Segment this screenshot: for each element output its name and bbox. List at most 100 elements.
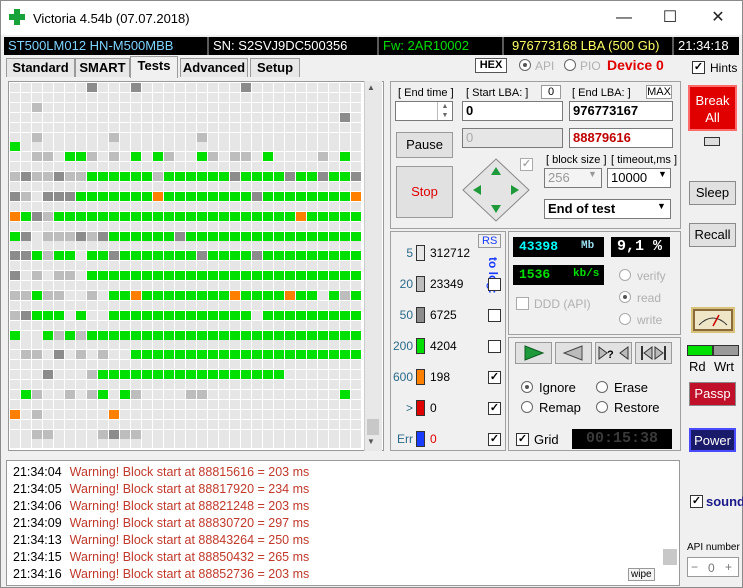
block-cell [153,281,163,290]
erase-radio[interactable] [596,381,608,393]
direction-checkbox[interactable]: ✓ [520,158,533,171]
ignore-radio[interactable] [521,381,533,393]
block-cell [120,429,130,439]
scroll-down-icon[interactable]: ▼ [367,437,375,446]
scroll-thumb[interactable] [367,419,379,435]
legend-log-checkbox[interactable] [488,309,501,322]
tab-tests[interactable]: Tests [130,56,178,78]
verify-radio[interactable] [619,269,631,281]
block-cell [318,350,328,360]
block-cell [131,102,141,112]
start-lba-field[interactable]: 0 [462,101,563,121]
legend-log-checkbox[interactable]: ✓ [488,433,501,446]
block-cell [131,300,141,310]
pause-button[interactable]: Pause [396,132,453,158]
read-radio[interactable] [619,291,631,303]
sound-checkbox[interactable]: ✓ [690,495,703,508]
minimize-button[interactable]: — [601,1,647,35]
wipe-button[interactable]: wipe [628,568,655,581]
block-cell [285,360,295,370]
seek-random-button[interactable]: ? [595,342,632,364]
block-cell [65,112,75,122]
block-cell [230,231,240,241]
block-cell [142,251,152,261]
block-cell [318,320,328,330]
block-size-chevron-icon[interactable]: ▼ [588,169,597,179]
play-button[interactable] [515,342,552,364]
block-cell [296,132,306,142]
pio-radio[interactable] [564,59,576,71]
block-cell [120,380,130,389]
block-cell [285,389,295,399]
scroll-up-icon[interactable]: ▲ [367,83,375,92]
hints-checkbox[interactable]: ✓ [692,61,705,74]
block-cell [263,231,273,241]
api-number-increment-icon[interactable]: + [725,560,732,574]
legend-log-checkbox[interactable] [488,278,501,291]
end-action-chevron-icon[interactable]: ▼ [657,201,666,211]
end-action-select[interactable]: End of test [544,199,671,219]
block-cell [340,221,350,231]
close-button[interactable]: ✕ [695,1,741,35]
block-cell [120,152,130,162]
legend-log-checkbox[interactable]: ✓ [488,402,501,415]
tab-standard[interactable]: Standard [6,58,75,77]
api-number-decrement-icon[interactable]: − [691,560,698,574]
write-radio[interactable] [619,313,631,325]
sleep-button[interactable]: Sleep [689,181,736,205]
log-scroll-thumb[interactable] [663,549,677,565]
block-cell [274,182,284,191]
butterfly-button[interactable] [635,342,672,364]
remap-radio[interactable] [521,401,533,413]
block-cell [340,83,350,92]
block-cell [186,191,196,201]
block-cell [98,429,108,439]
end-time-spinner-icon[interactable]: ▲ ▼ [437,102,452,120]
restore-radio[interactable] [596,401,608,413]
grid-checkbox[interactable]: ✓ [516,433,529,446]
recall-button[interactable]: Recall [689,223,736,247]
block-cell [219,310,229,320]
tab-setup[interactable]: Setup [250,58,300,77]
block-cell [230,221,240,231]
api-label: API [535,59,555,73]
power-button[interactable]: Power [689,428,736,452]
block-cell [32,142,42,152]
legend-log-checkbox[interactable] [488,340,501,353]
block-cell [340,211,350,221]
erase-label: Erase [614,380,648,395]
block-map-scrollbar[interactable]: ▲ ▼ [364,81,382,451]
api-radio[interactable] [519,59,531,71]
stop-button[interactable]: Stop [396,166,453,218]
block-cell [340,370,350,380]
block-cell [142,370,152,380]
end-lba-field[interactable]: 976773167 [569,101,673,121]
block-cell [241,211,251,221]
passp-button[interactable]: Passp [689,382,736,406]
maximize-button[interactable]: ☐ [647,1,693,35]
reverse-button[interactable] [555,342,592,364]
block-cell [197,152,207,162]
block-cell [131,320,141,330]
max-button[interactable]: MAX [646,85,672,99]
block-cell [252,350,262,360]
block-cell [186,389,196,399]
block-cell [10,191,20,201]
tab-advanced[interactable]: Advanced [180,58,248,77]
device-label[interactable]: Device 0 [607,57,664,73]
ddd-api-checkbox[interactable] [516,297,529,310]
block-cell [230,251,240,261]
block-cell [54,102,64,112]
block-cell [76,152,86,162]
block-cell [351,191,361,201]
tab-smart[interactable]: SMART [75,58,130,77]
hex-button[interactable]: HEX [475,58,507,73]
block-cell [241,360,251,370]
rs-button[interactable]: RS [478,234,502,248]
api-number-field[interactable]: − 0 + [687,557,739,577]
block-cell [109,409,119,419]
break-all-button[interactable]: Break All [688,85,737,131]
block-cell [153,271,163,281]
timeout-chevron-icon[interactable]: ▼ [658,169,667,179]
legend-log-checkbox[interactable]: ✓ [488,371,501,384]
